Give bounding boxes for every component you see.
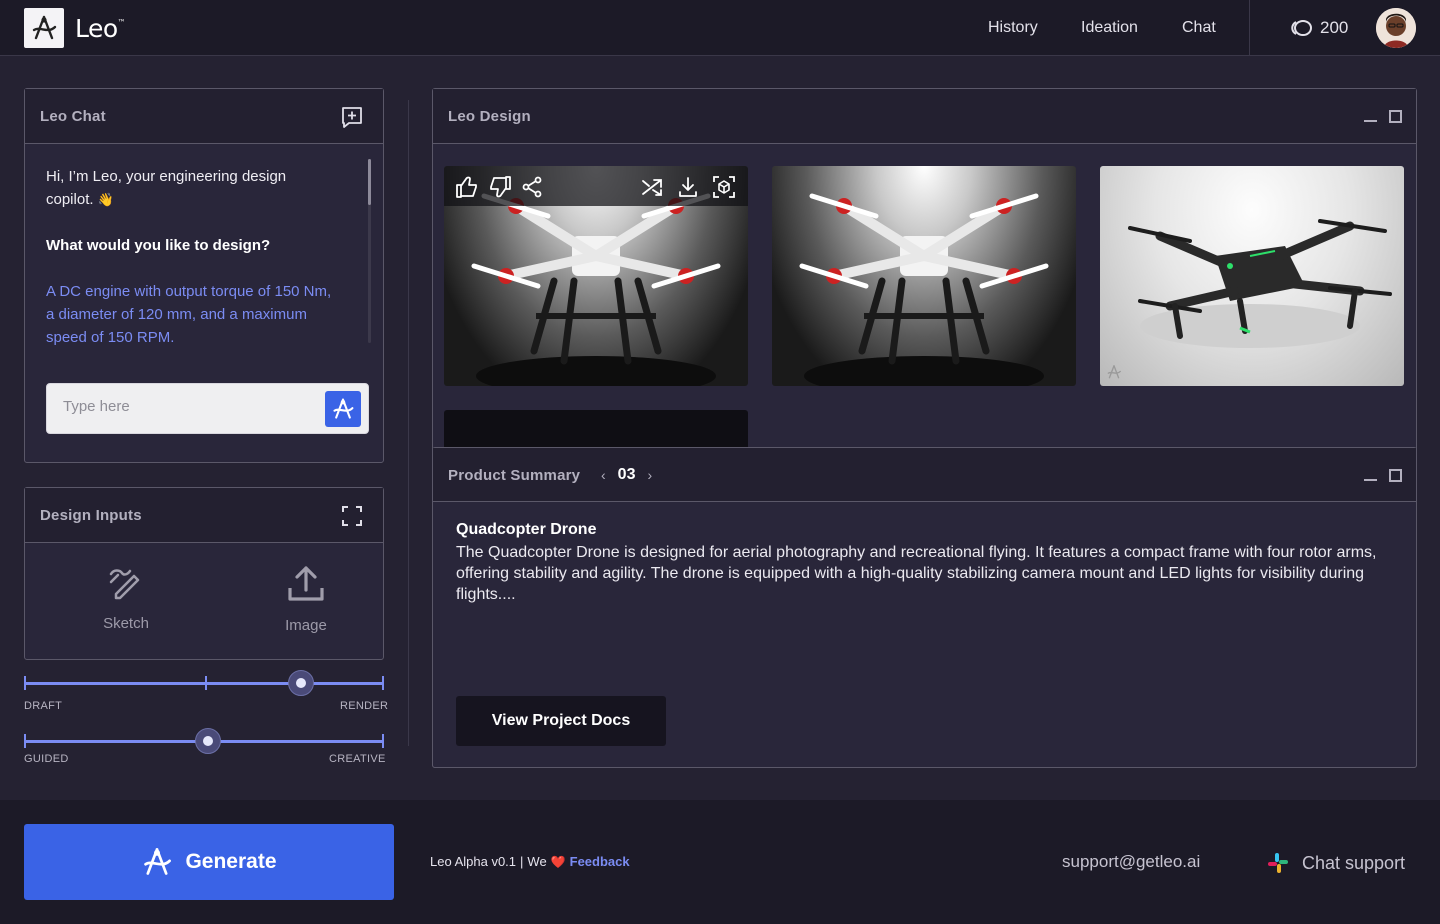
slack-icon — [1268, 853, 1288, 873]
generate-button[interactable]: Generate — [24, 824, 394, 900]
app-name-text: Leo — [75, 14, 118, 43]
design-inputs-title: Design Inputs — [40, 507, 142, 524]
support-email-link[interactable]: support@getleo.ai — [1062, 852, 1200, 872]
sketch-label: Sketch — [103, 615, 149, 632]
user-message: A DC engine with output torque of 150 Nm… — [46, 283, 332, 346]
upload-icon — [288, 566, 324, 601]
greeting-text: Hi, I’m Leo, your engineering design cop… — [46, 168, 287, 208]
minimize-icon[interactable] — [1364, 479, 1377, 481]
design-inputs-header: Design Inputs — [25, 488, 383, 543]
version-text: Leo Alpha v0.1 — [430, 854, 517, 869]
chat-support-link[interactable]: Chat support — [1266, 851, 1405, 875]
view-project-docs-button[interactable]: View Project Docs — [456, 696, 666, 746]
summary-title: Product Summary — [448, 467, 581, 484]
logo-icon[interactable] — [24, 8, 64, 48]
leo-generate-icon — [144, 848, 172, 875]
next-page-icon[interactable]: › — [647, 467, 652, 483]
summary-header: Product Summary ‹ 03 › — [433, 448, 1416, 502]
design-inputs-panel: Design Inputs Sketch Image — [24, 487, 384, 660]
download-icon[interactable] — [676, 175, 700, 199]
slider-label-draft: DRAFT — [24, 700, 63, 712]
maximize-icon[interactable] — [1389, 110, 1402, 123]
chat-panel: Leo Chat Hi, I’m Leo, your engineering d… — [24, 88, 384, 463]
nav-ideation[interactable]: Ideation — [1081, 19, 1138, 37]
credits-counter[interactable]: 200 — [1290, 18, 1348, 38]
design-image-3[interactable] — [1100, 166, 1404, 386]
design-image-4[interactable] — [444, 410, 748, 450]
drone-image — [799, 193, 1049, 386]
version-separator: | — [520, 854, 524, 869]
page-number: 03 — [617, 466, 636, 483]
chat-panel-header: Leo Chat — [25, 89, 383, 144]
leo-question: What would you like to design? — [46, 237, 271, 254]
app-name: Leo™ — [75, 14, 126, 43]
guided-creative-slider[interactable] — [24, 728, 384, 754]
summary-window-controls — [1364, 469, 1402, 482]
maximize-icon[interactable] — [1389, 469, 1402, 482]
drone-image — [1128, 219, 1392, 348]
credits-icon — [1291, 20, 1312, 36]
3d-view-icon[interactable] — [712, 175, 736, 199]
design-panel-header: Leo Design — [433, 89, 1416, 144]
chat-input[interactable] — [63, 398, 313, 415]
design-window-controls — [1364, 110, 1402, 123]
trademark: ™ — [117, 18, 126, 27]
avatar[interactable] — [1376, 8, 1416, 48]
chat-messages: Hi, I’m Leo, your engineering design cop… — [46, 165, 336, 349]
image-option[interactable]: Image — [246, 564, 366, 634]
we-text: We — [527, 854, 547, 869]
draft-render-slider[interactable] — [24, 670, 384, 696]
image-label: Image — [285, 617, 327, 634]
slider-label-creative: CREATIVE — [329, 753, 386, 765]
version-info: Leo Alpha v0.1 | We ❤️ Feedback — [430, 854, 630, 869]
design-image-2[interactable] — [772, 166, 1076, 386]
slider-tick — [24, 734, 26, 748]
slider-label-render: RENDER — [340, 700, 389, 712]
slider-track — [24, 682, 384, 685]
slider-tick — [205, 676, 207, 690]
leo-send-icon — [333, 398, 354, 419]
slider-label-guided: GUIDED — [24, 753, 69, 765]
chat-input-box — [46, 383, 369, 434]
slider-knob[interactable] — [194, 728, 221, 754]
product-description: The Quadcopter Drone is designed for aer… — [456, 544, 1377, 603]
slider-tick — [382, 734, 384, 748]
new-chat-icon[interactable] — [341, 106, 363, 128]
column-divider — [408, 100, 409, 746]
summary-panel: Product Summary ‹ 03 › Quadcopter Drone … — [432, 447, 1417, 768]
thumbs-down-icon[interactable] — [488, 175, 512, 199]
nav-divider — [1249, 0, 1250, 56]
heart-icon: ❤️ — [550, 854, 566, 869]
design-image-1[interactable] — [444, 166, 748, 386]
generate-label: Generate — [185, 850, 277, 873]
thumbs-up-icon[interactable] — [455, 175, 479, 199]
feedback-link[interactable]: Feedback — [570, 854, 630, 869]
nav-chat[interactable]: Chat — [1182, 19, 1216, 37]
nav-history[interactable]: History — [988, 19, 1038, 37]
minimize-icon[interactable] — [1364, 120, 1377, 122]
top-bar: Leo™ History Ideation Chat 200 — [0, 0, 1440, 56]
share-icon[interactable] — [520, 175, 544, 199]
expand-icon[interactable] — [342, 506, 362, 526]
design-title: Leo Design — [448, 108, 531, 125]
slider-knob[interactable] — [288, 670, 315, 696]
product-name: Quadcopter Drone — [456, 521, 597, 538]
slider-tick — [382, 676, 384, 690]
sketch-icon — [109, 569, 140, 600]
image-toolbar — [444, 166, 748, 206]
chat-title: Leo Chat — [40, 108, 106, 125]
credits-value: 200 — [1320, 18, 1349, 37]
leo-greeting: Hi, I’m Leo, your engineering design cop… — [46, 165, 336, 211]
wave-emoji: 👋 — [97, 192, 114, 207]
chat-scrollbar-thumb[interactable] — [368, 159, 371, 205]
footer: Generate Leo Alpha v0.1 | We ❤️ Feedback… — [0, 800, 1440, 924]
prev-page-icon[interactable]: ‹ — [601, 467, 606, 483]
send-button[interactable] — [325, 391, 361, 427]
slider-tick — [24, 676, 26, 690]
sketch-option[interactable]: Sketch — [66, 564, 186, 632]
chat-support-label: Chat support — [1302, 852, 1406, 873]
leo-watermark-icon — [1107, 365, 1121, 379]
summary-pager: ‹ 03 › — [601, 466, 652, 484]
branch-icon[interactable] — [640, 175, 664, 199]
